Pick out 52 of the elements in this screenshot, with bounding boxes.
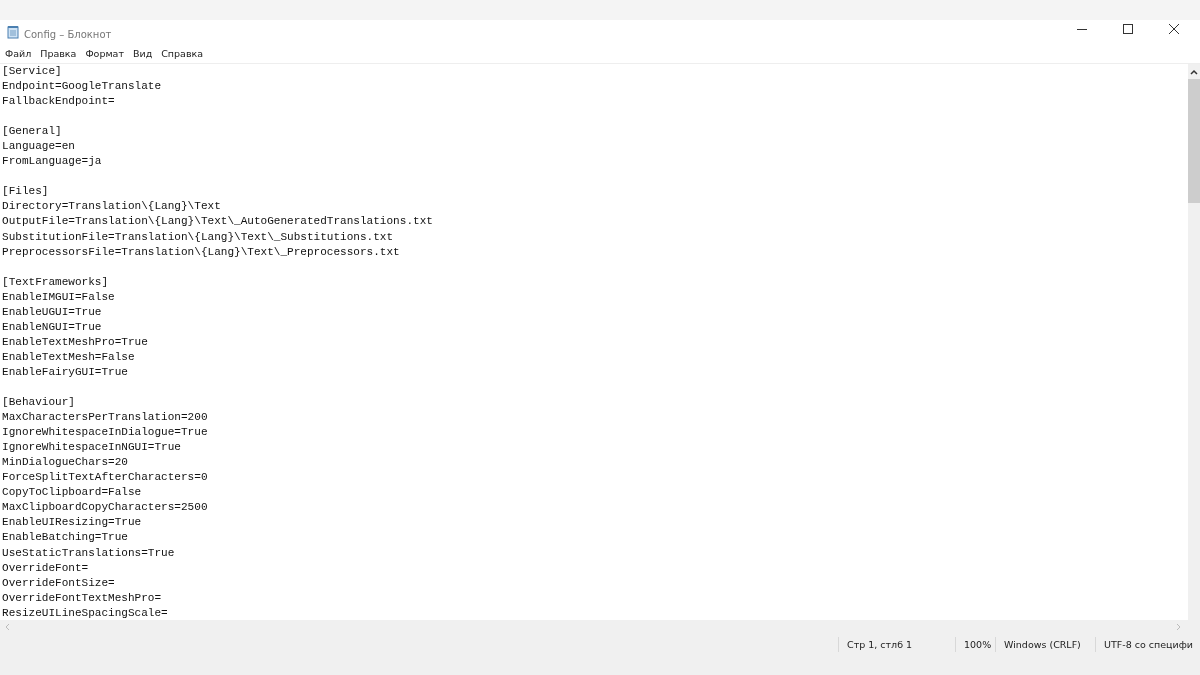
scroll-up-icon[interactable] xyxy=(1190,69,1198,75)
config-line: IgnoreWhitespaceInNGUI=True xyxy=(2,440,181,456)
config-line: FallbackEndpoint= xyxy=(2,94,115,110)
config-line: EnableUIResizing=True xyxy=(2,515,142,531)
config-line: ForceSplitTextAfterCharacters=0 xyxy=(2,470,208,486)
section-header: [Behaviour] xyxy=(2,395,75,411)
menu-item[interactable]: Правка xyxy=(40,48,81,59)
config-line: OverrideFont= xyxy=(2,560,89,576)
config-line: ResizeUILineSpacingScale= xyxy=(2,605,168,620)
config-line: IgnoreWhitespaceInDialogue=True xyxy=(2,425,208,441)
config-line: FromLanguage=ja xyxy=(2,154,102,170)
zoom-level: 100% xyxy=(955,637,995,652)
config-line: Endpoint=GoogleTranslate xyxy=(2,79,162,95)
menu-item[interactable]: Справка xyxy=(161,48,208,59)
notepad-icon xyxy=(6,25,20,39)
config-line: EnableTextMesh=False xyxy=(2,349,135,365)
config-line: MaxCharactersPerTranslation=200 xyxy=(2,410,208,426)
config-line: Directory=Translation\{Lang}\Text xyxy=(2,199,221,215)
config-line: OverrideFontSize= xyxy=(2,575,115,591)
config-line: OutputFile=Translation\{Lang}\Text\_AutoGeneratedTranslations.txt xyxy=(2,214,433,230)
config-line: EnableBatching=True xyxy=(2,530,128,546)
menu-item[interactable]: Вид xyxy=(132,48,157,59)
section-header: [TextFrameworks] xyxy=(2,274,109,290)
config-line: OverrideFontTextMeshPro= xyxy=(2,590,162,606)
config-line: CopyToClipboard=False xyxy=(2,485,142,501)
config-line: MinDialogueChars=20 xyxy=(2,455,128,471)
config-line: EnableTextMeshPro=True xyxy=(2,334,148,350)
config-line: EnableUGUI=True xyxy=(2,304,102,320)
config-line: EnableFairyGUI=True xyxy=(2,364,128,380)
scroll-left-icon[interactable] xyxy=(4,623,10,631)
menu-item[interactable]: Формат xyxy=(85,48,128,59)
config-line: EnableIMGUI=False xyxy=(2,289,115,305)
section-header: [Service] xyxy=(2,64,62,79)
config-line: MaxClipboardCopyCharacters=2500 xyxy=(2,500,208,516)
config-line: Language=en xyxy=(2,139,75,155)
scroll-right-icon[interactable] xyxy=(1176,623,1182,631)
config-line: PreprocessorsFile=Translation\{Lang}\Text\_Preprocessors.txt xyxy=(2,244,400,260)
config-line: EnableNGUI=True xyxy=(2,319,102,335)
window-title: Config – Блокнот xyxy=(24,29,112,40)
line-endings: Windows (CRLF) xyxy=(995,637,1095,652)
section-header: [General] xyxy=(2,124,62,140)
config-line: UseStaticTranslations=True xyxy=(2,545,175,561)
vertical-scrollbar[interactable] xyxy=(1188,64,1200,620)
encoding: UTF-8 со специфи xyxy=(1095,637,1199,652)
horizontal-scrollbar[interactable] xyxy=(0,620,1200,634)
scrollbar-thumb[interactable] xyxy=(1188,79,1200,203)
section-header: [Files] xyxy=(2,184,49,200)
maximize-icon[interactable] xyxy=(1123,24,1133,34)
close-icon[interactable] xyxy=(1169,24,1179,34)
config-line: SubstitutionFile=Translation\{Lang}\Text\_Substitutions.txt xyxy=(2,229,394,245)
menu-item[interactable]: Файл xyxy=(5,48,36,59)
cursor-position: Стр 1, стлб 1 xyxy=(838,637,955,652)
